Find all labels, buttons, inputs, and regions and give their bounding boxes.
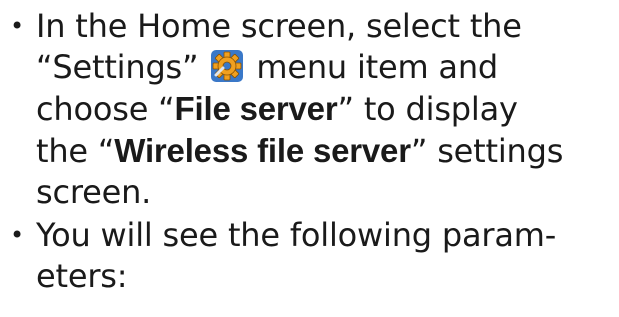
bullet-marker: •	[10, 12, 24, 40]
file-server-label: File server	[174, 90, 338, 127]
text-line: screen.	[36, 173, 152, 211]
text-segment: the “	[36, 132, 115, 170]
text-segment: menu item and	[246, 48, 499, 86]
text-segment: “Settings”	[36, 48, 209, 86]
text-line: You will see the following param-	[36, 216, 557, 254]
settings-gear-icon	[210, 49, 244, 83]
text-segment: ” to display	[337, 90, 518, 128]
list-item: • In the Home screen, select the “Settin…	[0, 6, 619, 213]
wireless-file-server-label: Wireless file server	[114, 132, 411, 169]
text-segment: choose “	[36, 90, 175, 128]
document-page: • In the Home screen, select the “Settin…	[0, 0, 619, 317]
list-item: • You will see the following param- eter…	[0, 215, 619, 297]
text-line: In the Home screen, select the	[36, 7, 522, 45]
text-line: eters:	[36, 257, 128, 295]
bullet-marker: •	[10, 221, 24, 249]
text-segment: ” settings	[410, 132, 564, 170]
